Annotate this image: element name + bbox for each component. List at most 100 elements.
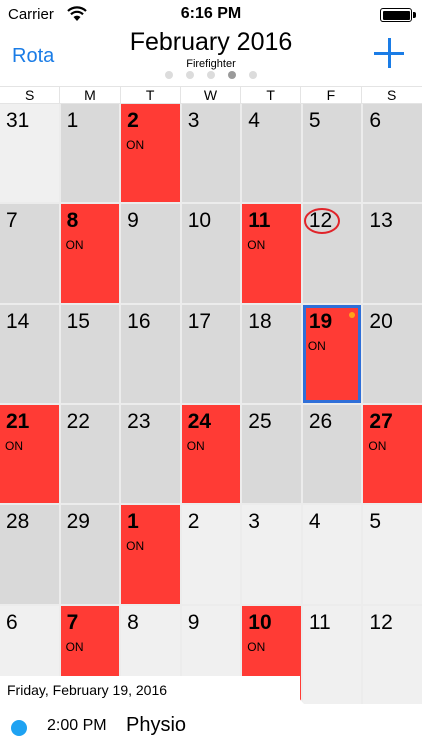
shift-label: ON [65,238,84,253]
calendar-day-cell[interactable]: 12 [302,204,362,303]
calendar-day-cell[interactable]: 27 ON [363,405,422,504]
calendar-day-cell[interactable]: 21 ON [0,405,59,504]
calendar-day-cell[interactable]: 5 [363,505,422,604]
calendar-day-cell[interactable]: 28 [0,505,59,604]
day-number: 5 [308,109,321,132]
day-number: 10 [187,209,212,233]
day-number: 22 [66,410,90,433]
battery-tip [413,12,416,18]
day-number: 6 [369,109,382,132]
calendar-day-cell[interactable]: 26 [302,405,362,504]
day-number: 18 [248,309,272,333]
calendar-day-cell[interactable]: 6 [363,104,422,203]
day-number: 4 [308,510,321,534]
day-number: 20 [369,309,393,333]
day-number: 24 [187,410,212,433]
today-circle-icon [303,208,340,235]
day-number: 1 [127,510,139,534]
calendar-day-cell[interactable]: 17 [181,304,241,403]
calendar-day-cell[interactable]: 19 ON [302,304,362,403]
calendar-day-cell[interactable]: 29 [60,505,120,604]
selected-date-tab: Friday, February 19, 2016 [0,676,300,704]
calendar-day-cell[interactable]: 7 [0,204,59,303]
calendar-day-cell[interactable]: 16 [121,304,180,403]
day-number: 9 [127,209,139,233]
day-number: 7 [6,209,18,233]
rota-subtitle: Firefighter [186,58,236,70]
shift-label: ON [126,539,145,554]
calendar-day-cell[interactable]: 31 [0,104,59,203]
navigation-bar: Rota February 2016 Firefighter [0,28,422,86]
shift-label: ON [126,138,145,152]
calendar-day-cell[interactable]: 9 [121,204,180,303]
status-bar: Carrier 6:16 PM [0,0,422,28]
event-row[interactable]: 2:00 PM Physio [0,704,422,750]
day-number: 25 [248,410,272,433]
calendar-day-cell[interactable]: 22 [60,405,120,504]
day-number: 11 [308,610,331,634]
calendar-day-cell[interactable]: 12 [363,605,422,704]
day-number: 31 [6,109,30,132]
calendar-day-cell[interactable]: 3 [181,104,241,203]
shift-label: ON [65,639,84,654]
calendar-day-cell[interactable]: 24 ON [181,405,241,504]
calendar-day-cell[interactable]: 8 ON [60,204,120,303]
day-number: 2 [187,510,200,534]
weekday-label: F [301,87,362,103]
calendar-day-cell[interactable]: 10 [181,204,241,303]
month-title: February 2016 [129,28,293,56]
day-number: 1 [66,109,79,132]
status-time: 6:16 PM [180,5,242,22]
shift-label: ON [247,238,266,253]
day-number: 17 [187,309,212,333]
day-number: 21 [6,410,30,433]
calendar-day-cell[interactable]: 4 [302,505,362,604]
calendar-day-cell[interactable]: 1 ON [121,505,180,604]
calendar-day-cell[interactable]: 1 [60,104,120,203]
page-dot[interactable] [165,71,173,79]
calendar-day-cell[interactable]: 18 [242,304,301,403]
shift-label: ON [368,439,387,453]
day-number: 11 [248,209,271,233]
calendar-day-cell[interactable]: 2 ON [121,104,180,203]
calendar-day-cell[interactable]: 15 [60,304,120,403]
day-number: 13 [369,209,393,233]
calendar-day-cell[interactable]: 25 [242,405,301,504]
calendar-day-cell[interactable]: 20 [363,304,422,403]
calendar-day-cell[interactable]: 13 [363,204,422,303]
weekday-label: T [241,87,302,103]
calendar-day-cell[interactable]: 11 ON [242,204,301,303]
calendar-day-cell[interactable]: 5 [302,104,362,203]
day-number: 9 [187,610,200,634]
page-dot[interactable] [249,71,257,79]
page-dot[interactable] [207,71,215,79]
page-dot[interactable] [186,71,194,79]
day-number: 2 [127,109,139,132]
weekday-label: S [0,87,61,103]
page-indicator[interactable] [165,71,257,81]
calendar-grid: 31 1 2 ON 3 4 5 6 7 8 ON 9 10 11 ON 12 13 14 15 16 17 18 19 ON 2… [0,104,422,704]
calendar-day-cell[interactable]: 3 [242,505,301,604]
shift-label: ON [247,639,266,654]
weekday-label: M [60,87,121,103]
add-icon[interactable] [374,38,404,68]
shift-label: ON [5,439,23,453]
calendar-day-cell[interactable]: 14 [0,304,59,403]
calendar-day-cell[interactable]: 2 [181,505,241,604]
weekday-label: S [387,87,397,103]
selected-date-label: Friday, February 19, 2016 [7,682,168,698]
day-number: 10 [248,610,272,634]
date-tab-corner [280,676,304,704]
day-number: 6 [6,610,18,634]
calendar-day-cell[interactable]: 4 [242,104,301,203]
calendar-day-cell[interactable]: 11 [302,605,362,704]
day-number: 7 [66,610,79,634]
page-dot[interactable] [228,71,236,79]
day-number: 27 [369,410,393,433]
day-number: 8 [127,610,139,634]
day-number: 12 [369,610,393,634]
day-number: 19 [308,309,333,333]
calendar-day-cell[interactable]: 23 [121,405,180,504]
day-number: 3 [187,109,200,132]
day-number: 28 [6,510,30,534]
